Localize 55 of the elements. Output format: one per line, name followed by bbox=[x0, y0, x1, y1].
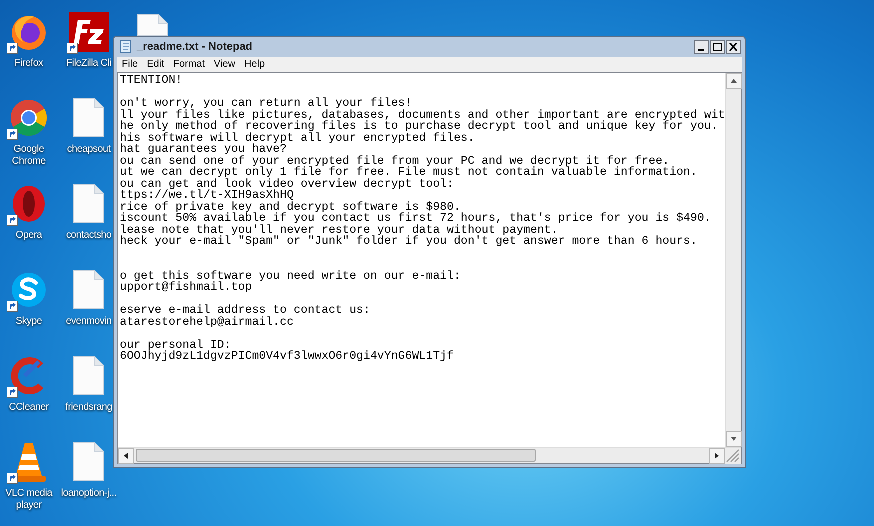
notepad-icon bbox=[119, 40, 133, 54]
scroll-thumb[interactable] bbox=[136, 449, 536, 462]
menu-item[interactable]: Help bbox=[240, 57, 270, 72]
text-line: ou can send one of your encrypted file from your PC and we decrypt it for free. bbox=[120, 156, 670, 167]
text-line: o get this software you need write on our e-mail: bbox=[120, 270, 461, 282]
text-line: he only method of recovering files is to purchase decrypt tool and unique key for you. bbox=[120, 121, 718, 132]
scroll-up-icon[interactable] bbox=[726, 73, 742, 89]
text-line: upport@fishmail.top bbox=[120, 282, 252, 294]
text-line: heck your e-mail "Spam" or "Junk" folder if you don't get answer more than 6 hours. bbox=[120, 236, 698, 248]
fz-logo-icon bbox=[69, 12, 109, 52]
desktop-icon-label[interactable]: Skype bbox=[16, 316, 42, 328]
text-line: eserve e-mail address to contact us: bbox=[120, 305, 370, 316]
menu-item[interactable]: Format bbox=[169, 57, 210, 72]
text-line: rice of private key and decrypt software is $980. bbox=[120, 202, 461, 213]
menu-item[interactable]: View bbox=[210, 57, 240, 72]
menu-item[interactable]: File bbox=[118, 57, 142, 72]
chrome-ball-icon bbox=[9, 98, 49, 138]
text-line: atarestorehelp@airmail.cc bbox=[120, 316, 294, 328]
maximize-icon bbox=[713, 43, 722, 51]
desktop-icon-label[interactable]: CCleaner bbox=[9, 402, 49, 414]
text-line: ut we can decrypt only 1 file for free. File must not contain valuable information. bbox=[120, 167, 698, 178]
vertical-scrollbar[interactable] bbox=[725, 73, 741, 447]
size-grip-icon[interactable] bbox=[725, 448, 741, 464]
horizontal-scrollbar[interactable] bbox=[118, 448, 725, 463]
minimize-button[interactable] bbox=[694, 40, 709, 54]
text-line: ll your files like pictures, databases, documents and other important are encrypted wit bbox=[120, 110, 725, 121]
desktop-icon-label[interactable]: contactsho bbox=[66, 230, 112, 242]
desktop-icon-label[interactable]: evenmovin bbox=[66, 316, 112, 328]
desktop-icon-label[interactable]: Firefox bbox=[14, 58, 44, 70]
text-line: hat guarantees you have? bbox=[120, 144, 287, 156]
scroll-left-icon[interactable] bbox=[118, 448, 134, 464]
desktop-icon-label[interactable]: FileZilla Cli bbox=[66, 58, 112, 70]
scroll-down-icon[interactable] bbox=[726, 431, 742, 447]
text-line: his software will decrypt all your encrypted files. bbox=[120, 132, 475, 144]
text-line: TTENTION! bbox=[120, 75, 183, 86]
text-line: our personal ID: bbox=[120, 340, 232, 351]
desktop-icon-label[interactable]: Opera bbox=[16, 230, 42, 242]
text-line: lease note that you'll never restore your data without payment. bbox=[120, 224, 558, 236]
text-line: on't worry, you can return all your files! bbox=[120, 98, 412, 110]
text-line: 6OOJhyjd9zL1dgvzPICm0V4vf3lwwxO6r0gi4vYnG6WL1Tjf bbox=[120, 351, 454, 362]
text-line: ttps://we.tl/t-XIH9asXhHQ bbox=[120, 190, 294, 202]
text-line: iscount 50% available if you contact us first 72 hours, that's price for you is $490. bbox=[120, 213, 712, 224]
menu-item[interactable]: Edit bbox=[143, 57, 168, 72]
desktop-icon-label[interactable]: Google Chrome bbox=[0, 144, 58, 168]
window-title: _readme.txt - Notepad bbox=[137, 40, 254, 55]
maximize-button[interactable] bbox=[710, 40, 725, 54]
desktop-icon-label[interactable]: loanoption-j... bbox=[61, 488, 117, 500]
s-bubble-icon bbox=[9, 270, 49, 310]
desktop-icon-label[interactable]: friendsrang bbox=[66, 402, 112, 414]
close-button[interactable] bbox=[726, 40, 741, 54]
close-icon bbox=[729, 43, 738, 51]
text-line: ou can get and look video overview decrypt tool: bbox=[120, 178, 454, 190]
scroll-right-icon[interactable] bbox=[709, 448, 725, 464]
desktop-icon-label[interactable]: cheapsout bbox=[67, 144, 111, 156]
desktop-icon-label[interactable]: VLC media player bbox=[0, 488, 58, 512]
